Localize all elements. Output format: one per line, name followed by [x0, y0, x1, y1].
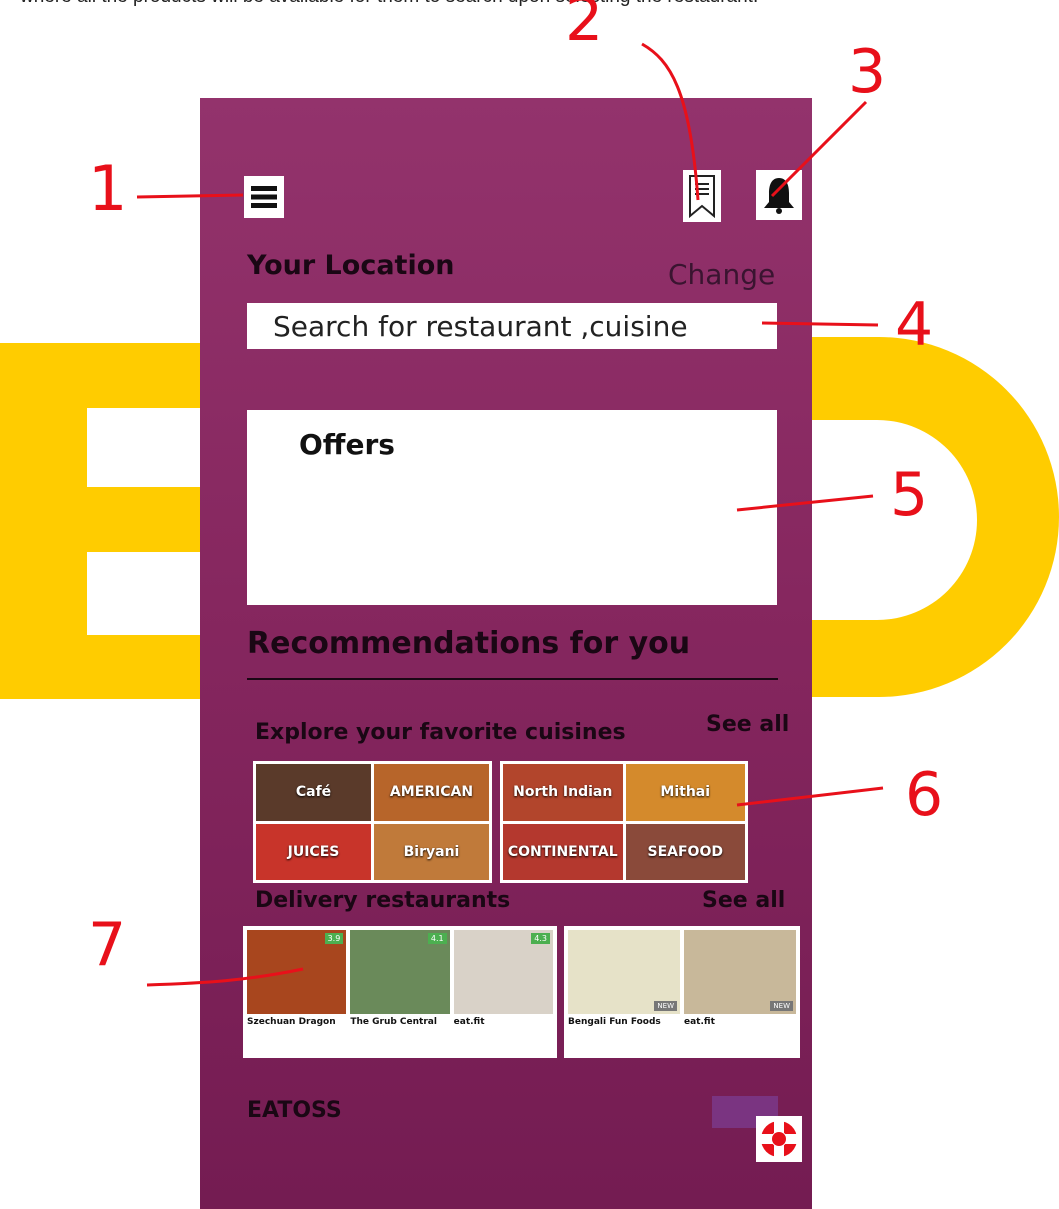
rating-badge: 4.1 [427, 933, 447, 944]
annotation-number: 2 [565, 0, 604, 55]
annotation-6: 6 [905, 765, 943, 825]
new-badge: NEW [770, 1001, 793, 1011]
delivery-see-all-link[interactable]: See all [702, 888, 785, 913]
watermark-left-mid [87, 487, 200, 552]
restaurant-image: 4.1 [350, 930, 450, 1014]
cuisine-tile[interactable]: JUICES [256, 823, 371, 880]
restaurant-name: eat.fit [453, 1017, 485, 1027]
restaurant-name: Bengali Fun Foods [568, 1017, 661, 1027]
annotation-line-6 [736, 786, 884, 807]
menu-button[interactable] [244, 176, 284, 218]
restaurant-card[interactable]: 4.3 eat.fit [453, 930, 553, 1054]
restaurant-card[interactable]: NEW eat.fit [684, 930, 796, 1054]
watermark-left-bar [0, 343, 87, 699]
restaurant-image: NEW [568, 930, 680, 1014]
offers-banner[interactable]: Offers [247, 410, 777, 605]
rating-badge: 4.3 [531, 933, 550, 944]
cuisine-tile[interactable]: Mithai [625, 764, 745, 821]
restaurant-card[interactable]: NEW Bengali Fun Foods [568, 930, 680, 1054]
new-badge: NEW [654, 1001, 677, 1011]
cuisine-tile[interactable]: Biryani [374, 823, 489, 880]
annotation-number: 7 [88, 910, 127, 980]
restaurant-row-right: NEW Bengali Fun Foods NEW eat.fit [564, 926, 800, 1058]
cuisines-title: Explore your favorite cuisines [255, 720, 626, 745]
annotation-7: 7 [88, 915, 126, 975]
support-button[interactable] [756, 1116, 802, 1162]
annotation-3: 3 [848, 42, 886, 102]
cuisine-tile[interactable]: AMERICAN [374, 764, 489, 821]
annotation-line-4 [761, 321, 879, 327]
annotation-number: 6 [905, 760, 944, 830]
delivery-title: Delivery restaurants [255, 888, 511, 913]
restaurant-image: NEW [684, 930, 796, 1014]
app-screen: Your Location Change Offers Recommendati… [200, 98, 812, 1209]
watermark-left-bottom [87, 635, 200, 699]
caption-text: where all the products will be available… [20, 0, 758, 8]
restaurant-name: The Grub Central [350, 1017, 437, 1027]
annotation-line-7 [146, 967, 304, 987]
brand-footer: EATOSS [247, 1098, 342, 1123]
annotation-number: 4 [895, 290, 934, 360]
search-input[interactable] [247, 303, 777, 349]
restaurant-name: eat.fit [684, 1017, 715, 1027]
location-title: Your Location [247, 250, 455, 281]
cuisine-tile[interactable]: CONTINENTAL [503, 823, 623, 880]
annotation-line-5 [736, 494, 874, 512]
recommendations-title: Recommendations for you [247, 626, 691, 661]
divider [247, 678, 778, 680]
lifebuoy-icon [761, 1121, 797, 1157]
restaurant-name: Szechuan Dragon [247, 1017, 336, 1027]
annotation-line-2 [641, 42, 700, 201]
restaurant-image: 4.3 [453, 930, 553, 1014]
cuisine-tile[interactable]: SEAFOOD [625, 823, 745, 880]
offers-title: Offers [299, 428, 395, 461]
cuisine-tile[interactable]: North Indian [503, 764, 623, 821]
annotation-number: 3 [848, 37, 887, 107]
annotation-line-1 [136, 193, 244, 199]
change-location-link[interactable]: Change [668, 258, 775, 291]
hamburger-menu-icon [251, 186, 277, 208]
cuisine-tile[interactable]: Café [256, 764, 371, 821]
annotation-2: 2 [565, 0, 603, 50]
annotation-number: 1 [88, 152, 128, 225]
watermark-left-top [87, 343, 200, 408]
annotation-1: 1 [88, 158, 127, 220]
cuisine-grid-right: North Indian Mithai CONTINENTAL SEAFOOD [500, 761, 748, 883]
restaurant-card[interactable]: 4.1 The Grub Central [350, 930, 450, 1054]
annotation-4: 4 [895, 295, 933, 355]
cuisines-see-all-link[interactable]: See all [706, 712, 789, 737]
annotation-number: 5 [890, 460, 929, 530]
rating-badge: 3.9 [324, 933, 344, 944]
cuisine-grid-left: Café AMERICAN JUICES Biryani [253, 761, 492, 883]
annotation-line-3 [770, 100, 868, 198]
annotation-5: 5 [890, 465, 928, 525]
